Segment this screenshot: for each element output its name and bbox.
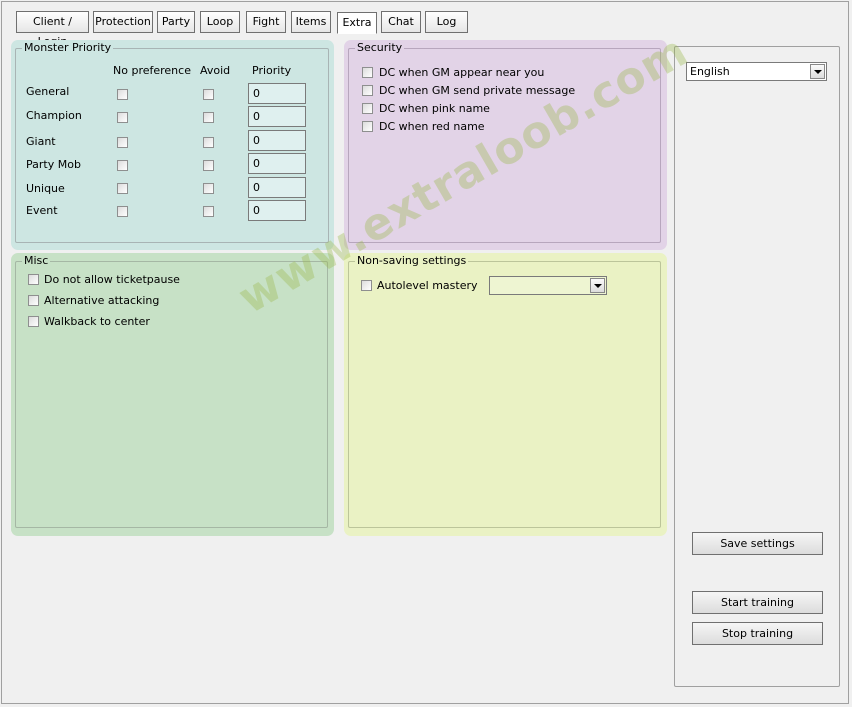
- row-label-event: Event: [26, 204, 58, 217]
- giant-priority-input[interactable]: 0: [248, 130, 306, 151]
- general-no-preference-checkbox[interactable]: [117, 89, 128, 100]
- unique-priority-input[interactable]: 0: [248, 177, 306, 198]
- no-ticketpause-checkbox[interactable]: [28, 274, 39, 285]
- unique-avoid-checkbox[interactable]: [203, 183, 214, 194]
- tab-items[interactable]: Items: [291, 11, 331, 33]
- dc-gm-pm-label: DC when GM send private message: [379, 84, 576, 97]
- party-mob-avoid-checkbox[interactable]: [203, 160, 214, 171]
- stop-training-button[interactable]: Stop training: [692, 622, 823, 645]
- row-label-unique: Unique: [26, 182, 65, 195]
- misc-panel: Misc Do not allow ticketpause Alternativ…: [11, 253, 334, 536]
- dc-red-name-label: DC when red name: [379, 120, 485, 133]
- autolevel-mastery-label: Autolevel mastery: [377, 279, 478, 292]
- save-settings-button[interactable]: Save settings: [692, 532, 823, 555]
- header-no-preference: No preference: [113, 64, 191, 77]
- walkback-center-checkbox[interactable]: [28, 316, 39, 327]
- dc-pink-name-label: DC when pink name: [379, 102, 490, 115]
- row-label-general: General: [26, 85, 70, 98]
- non-saving-group: Non-saving settings: [348, 255, 661, 528]
- row-label-champion: Champion: [26, 109, 82, 122]
- giant-no-preference-checkbox[interactable]: [117, 137, 128, 148]
- alternative-attacking-checkbox[interactable]: [28, 295, 39, 306]
- tab-chat[interactable]: Chat: [381, 11, 421, 33]
- event-no-preference-checkbox[interactable]: [117, 206, 128, 217]
- monster-priority-legend: Monster Priority: [22, 41, 114, 54]
- champion-avoid-checkbox[interactable]: [203, 112, 214, 123]
- non-saving-panel: Non-saving settings Autolevel mastery: [344, 253, 667, 536]
- autolevel-mastery-select[interactable]: [489, 276, 607, 295]
- tab-client-login[interactable]: Client / Login: [16, 11, 89, 48]
- tab-log[interactable]: Log: [425, 11, 468, 33]
- tab-protection[interactable]: Protection: [93, 11, 153, 33]
- walkback-center-label: Walkback to center: [44, 315, 150, 328]
- tab-loop[interactable]: Loop: [200, 11, 240, 33]
- event-avoid-checkbox[interactable]: [203, 206, 214, 217]
- no-ticketpause-label: Do not allow ticketpause: [44, 273, 180, 286]
- row-label-party-mob: Party Mob: [26, 158, 81, 171]
- misc-legend: Misc: [22, 254, 51, 267]
- dc-pink-name-checkbox[interactable]: [362, 103, 373, 114]
- alternative-attacking-label: Alternative attacking: [44, 294, 160, 307]
- monster-priority-panel: Monster Priority No preference Avoid Pri…: [11, 40, 334, 250]
- party-mob-priority-input[interactable]: 0: [248, 153, 306, 174]
- dc-gm-near-label: DC when GM appear near you: [379, 66, 545, 79]
- general-priority-input[interactable]: 0: [248, 83, 306, 104]
- chevron-down-icon[interactable]: [590, 278, 605, 293]
- security-legend: Security: [355, 41, 405, 54]
- party-mob-no-preference-checkbox[interactable]: [117, 160, 128, 171]
- header-priority: Priority: [252, 64, 292, 77]
- general-avoid-checkbox[interactable]: [203, 89, 214, 100]
- non-saving-legend: Non-saving settings: [355, 254, 469, 267]
- unique-no-preference-checkbox[interactable]: [117, 183, 128, 194]
- dc-gm-pm-checkbox[interactable]: [362, 85, 373, 96]
- autolevel-mastery-checkbox[interactable]: [361, 280, 372, 291]
- champion-priority-input[interactable]: 0: [248, 106, 306, 127]
- security-panel: Security DC when GM appear near you DC w…: [344, 40, 667, 250]
- tab-party[interactable]: Party: [157, 11, 195, 33]
- row-label-giant: Giant: [26, 135, 56, 148]
- header-avoid: Avoid: [200, 64, 231, 77]
- tab-extra[interactable]: Extra: [337, 12, 377, 34]
- dc-red-name-checkbox[interactable]: [362, 121, 373, 132]
- giant-avoid-checkbox[interactable]: [203, 137, 214, 148]
- dc-gm-near-checkbox[interactable]: [362, 67, 373, 78]
- chevron-down-icon[interactable]: [810, 64, 825, 79]
- champion-no-preference-checkbox[interactable]: [117, 112, 128, 123]
- language-value: English: [690, 65, 730, 78]
- language-select[interactable]: English: [686, 62, 827, 81]
- event-priority-input[interactable]: 0: [248, 200, 306, 221]
- tab-fight[interactable]: Fight: [246, 11, 286, 33]
- start-training-button[interactable]: Start training: [692, 591, 823, 614]
